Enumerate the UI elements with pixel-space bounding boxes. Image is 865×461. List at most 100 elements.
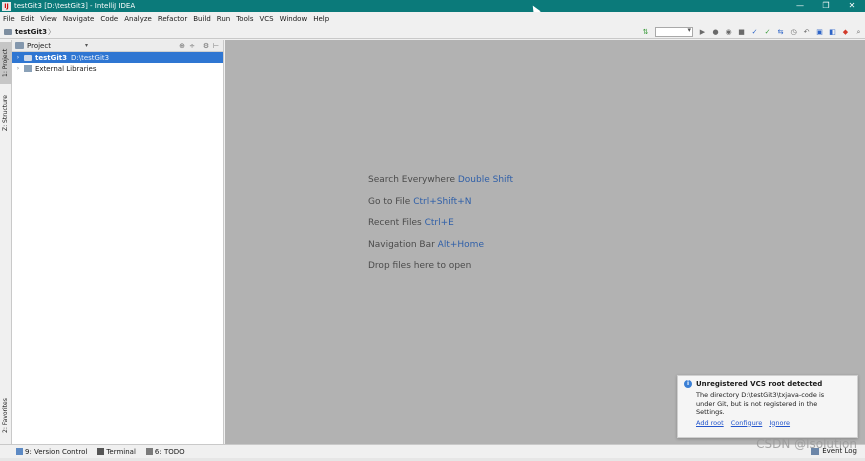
tab-project[interactable]: 1: Project (0, 42, 12, 84)
hint-text: Drop files here to open (368, 261, 472, 271)
menu-window[interactable]: Window (280, 15, 308, 23)
todo-icon (145, 448, 153, 455)
debug-icon[interactable]: ● (710, 27, 721, 38)
version-control-icon (16, 448, 23, 455)
sdk-icon[interactable]: ◧ (827, 27, 838, 38)
vcs-compare-icon[interactable]: ⇆ (775, 27, 786, 38)
intellij-logo-icon: IJ (2, 1, 11, 11)
project-structure-icon[interactable]: ▣ (814, 27, 825, 38)
hint-shortcut: Alt+Home (437, 239, 484, 250)
editor-hints: Search Everywhere Double Shift Go to Fil… (368, 174, 513, 282)
menu-vcs[interactable]: VCS (259, 15, 273, 23)
tab-structure[interactable]: Z: Structure (0, 90, 12, 136)
notification-title: Unregistered VCS root detected (696, 380, 823, 388)
breadcrumb-project[interactable]: testGit3 (15, 28, 47, 36)
notification-body: The directory D:\testGit3\txjava-code is… (696, 391, 825, 416)
title-bar: IJ testGit3 [D:\testGit3] - IntelliJ IDE… (0, 0, 865, 12)
navigation-bar: testGit3 〉 ⇅ ▶ ● ◉ ■ ✓ ✓ ⇆ ◷ ↶ ▣ ◧ ◆ ⌕ (0, 25, 865, 39)
add-root-link[interactable]: Add root (696, 419, 724, 427)
hint-text: Recent Files (368, 218, 422, 228)
menu-analyze[interactable]: Analyze (124, 15, 152, 23)
run-icon[interactable]: ▶ (697, 27, 708, 38)
tool-window-tabs: 9: Version Control Terminal 6: TODO (0, 445, 865, 458)
ignore-link[interactable]: Ignore (769, 419, 790, 427)
hint-text: Search Everywhere (368, 175, 455, 185)
hint-shortcut: Double Shift (457, 175, 514, 185)
menu-help[interactable]: Help (313, 15, 329, 23)
tree-item-project-root[interactable]: › testGit3 D:\testGit3 (12, 52, 223, 63)
stop-icon[interactable]: ■ (736, 27, 747, 38)
collapse-all-icon[interactable]: ÷ (187, 42, 197, 50)
menu-tools[interactable]: Tools (236, 15, 253, 23)
window-controls: — ❐ ✕ (787, 0, 865, 12)
menu-run[interactable]: Run (217, 15, 230, 23)
tree-item-path: D:\testGit3 (70, 53, 110, 62)
hint-shortcut: Ctrl+Shift+N (413, 196, 472, 207)
search-icon[interactable]: ⌕ (853, 27, 864, 38)
menu-refactor[interactable]: Refactor (158, 15, 187, 23)
tab-label: 6: TODO (154, 447, 185, 456)
breadcrumb[interactable]: testGit3 〉 (0, 27, 55, 37)
notification-title-row: i Unregistered VCS root detected (684, 380, 851, 388)
watermark: CSDN @lsolution (756, 437, 857, 451)
vcs-commit-icon[interactable]: ✓ (762, 27, 773, 38)
plugin-icon[interactable]: ◆ (840, 27, 851, 38)
info-icon: i (684, 380, 692, 388)
build-icon[interactable]: ⇅ (640, 27, 651, 38)
hint-search-everywhere: Search Everywhere Double Shift (368, 174, 513, 196)
window-title: testGit3 [D:\testGit3] - IntelliJ IDEA (14, 2, 136, 10)
gear-icon[interactable]: ⚙ (201, 42, 211, 50)
status-bar: 9: Version Control Terminal 6: TODO Even… (0, 444, 865, 461)
tab-label: Terminal (106, 447, 136, 456)
scroll-to-source-icon[interactable]: ⊕ (177, 42, 187, 50)
menu-file[interactable]: File (3, 15, 15, 23)
terminal-icon (97, 448, 105, 455)
tab-terminal[interactable]: Terminal (97, 448, 136, 456)
chevron-down-icon[interactable]: ▾ (85, 42, 88, 49)
restore-icon[interactable]: ❐ (813, 0, 839, 12)
folder-icon (4, 28, 12, 35)
hint-navigation-bar: Navigation Bar Alt+Home (368, 239, 513, 261)
close-icon[interactable]: ✕ (839, 0, 865, 12)
menu-edit[interactable]: Edit (21, 15, 35, 23)
tree-item-label: testGit3 (35, 53, 67, 62)
vcs-update-icon[interactable]: ✓ (749, 27, 760, 38)
project-panel-header: Project ▾ ⊕ ÷ ⚙ ⊢ (12, 40, 223, 52)
module-folder-icon (24, 54, 32, 61)
menu-view[interactable]: View (40, 15, 57, 23)
left-tool-strip: 1: Project Z: Structure 2: Favorites (0, 40, 12, 444)
hint-shortcut: Ctrl+E (424, 218, 454, 228)
hide-panel-icon[interactable]: ⊢ (211, 42, 221, 50)
run-configuration-select[interactable] (655, 26, 693, 37)
tab-todo[interactable]: 6: TODO (145, 447, 185, 456)
coverage-icon[interactable]: ◉ (723, 27, 734, 38)
menu-navigate[interactable]: Navigate (63, 15, 94, 23)
tree-item-label: External Libraries (35, 64, 97, 73)
hint-text: Navigation Bar (368, 239, 435, 250)
tab-label: 9: Version Control (25, 447, 88, 456)
menu-build[interactable]: Build (193, 15, 211, 23)
library-icon (24, 65, 32, 72)
minimize-icon[interactable]: — (787, 0, 813, 12)
hint-drop-files: Drop files here to open (368, 260, 513, 282)
tab-version-control[interactable]: 9: Version Control (16, 448, 87, 456)
tree-item-external-libraries[interactable]: › External Libraries (12, 63, 223, 74)
menu-bar: File Edit View Navigate Code Analyze Ref… (0, 12, 865, 25)
menu-code[interactable]: Code (100, 15, 118, 23)
project-header-buttons: ⊕ ÷ ⚙ ⊢ (177, 40, 221, 52)
project-view-label[interactable]: Project (27, 42, 51, 50)
chevron-right-icon[interactable]: › (14, 65, 22, 72)
configure-link[interactable]: Configure (731, 419, 763, 427)
hint-text: Go to File (368, 196, 411, 207)
revert-icon[interactable]: ↶ (801, 27, 812, 38)
tab-favorites[interactable]: 2: Favorites (0, 392, 12, 440)
chevron-right-icon[interactable]: › (14, 54, 22, 61)
project-view-icon (15, 42, 24, 49)
hint-recent-files: Recent Files Ctrl+E (368, 217, 513, 239)
main-toolbar: ⇅ ▶ ● ◉ ■ ✓ ✓ ⇆ ◷ ↶ ▣ ◧ ◆ ⌕ (639, 25, 865, 39)
vcs-notification: i Unregistered VCS root detected The dir… (677, 375, 858, 438)
project-panel: Project ▾ ⊕ ÷ ⚙ ⊢ › testGit3 D:\testGit3… (12, 40, 224, 444)
chevron-right-icon: 〉 (47, 27, 55, 36)
hint-go-to-file: Go to File Ctrl+Shift+N (368, 196, 513, 218)
vcs-history-icon[interactable]: ◷ (788, 27, 799, 38)
